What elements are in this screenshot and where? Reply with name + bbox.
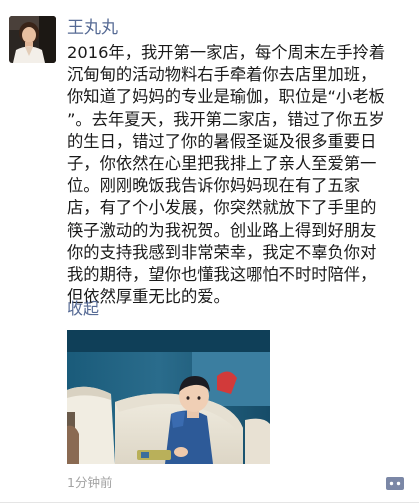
post-text: 2016年，我开第一家店，每个周末左手拎着 沉甸甸的活动物料右手牵着你去店里加班… xyxy=(67,42,415,308)
comment-dots-icon xyxy=(386,477,404,490)
collapse-link[interactable]: 收起 xyxy=(67,298,99,320)
profile-photo xyxy=(9,16,56,63)
post-timestamp: 1分钟前 xyxy=(67,475,113,490)
author-name[interactable]: 王丸丸 xyxy=(67,17,118,39)
post-text-line: 的生日，错过了你的暑假圣诞及很多重要日 xyxy=(67,131,377,151)
post-text-line: 位。刚刚晚饭我告诉你妈妈现在有了五家 xyxy=(67,176,361,196)
post-text-line: 店，有了个小发展，你突然就放下了手里的 xyxy=(67,198,377,218)
post-text-line: ”。去年夏天，我开第二家店，错过了你五岁 xyxy=(67,109,385,129)
post-text-line: 你的支持我感到非常荣幸，我定不辜负你对 xyxy=(67,242,377,262)
post-text-line: 你知道了妈妈的专业是瑜伽，职位是“小老板 xyxy=(67,87,385,107)
post-text-line: 我的期待，望你也懂我这哪怕不时时陪伴， xyxy=(67,265,377,285)
comment-button[interactable] xyxy=(386,475,404,490)
post-text-line: 筷子激动的为我祝贺。创业路上得到好朋友 xyxy=(67,220,377,240)
post-text-line: 2016年，我开第一家店，每个周末左手拎着 xyxy=(67,43,386,62)
child-photo xyxy=(67,330,270,464)
post-text-line: 但依然厚重无比的爱。 xyxy=(67,287,230,307)
avatar[interactable] xyxy=(9,16,56,63)
post-text-line: 沉甸甸的活动物料右手牵着你去店里加班， xyxy=(67,65,377,85)
divider xyxy=(0,502,419,503)
post-photo[interactable] xyxy=(67,330,270,464)
post-text-line: 子，你依然在心里把我排上了亲人至爱第一 xyxy=(67,154,377,174)
